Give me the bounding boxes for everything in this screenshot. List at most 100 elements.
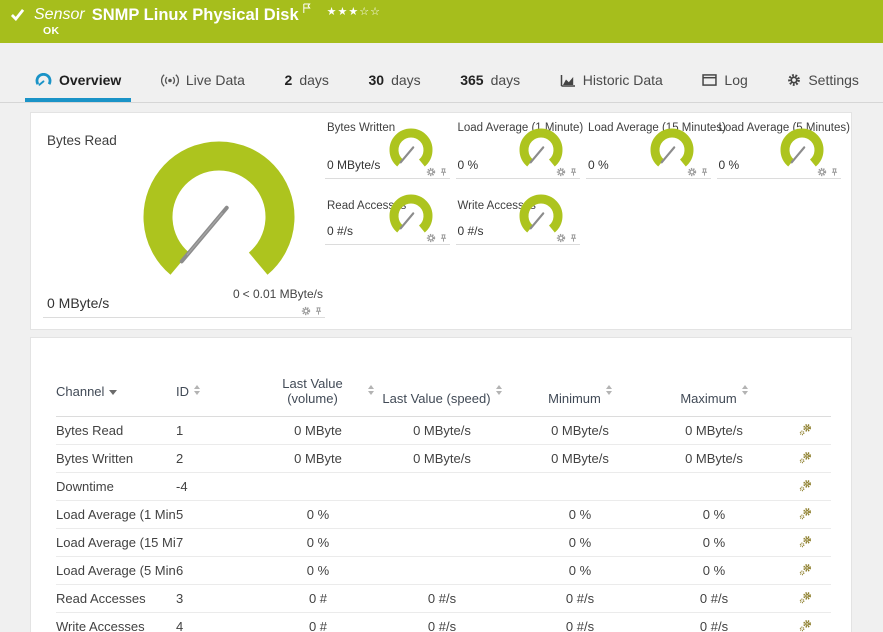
cell-id: 1 — [176, 423, 184, 438]
tab-label: days — [299, 72, 329, 88]
gauge-cell-load-average-1-minute: Load Average (1 Minute) 0 % — [455, 119, 583, 179]
sort-desc-icon — [109, 389, 118, 395]
tab-label: Live Data — [185, 72, 245, 88]
gauge-cell-load-average-5-minutes: Load Average (5 Minutes) 0 % — [716, 119, 850, 179]
edit-channel-button[interactable] — [799, 563, 812, 579]
live-data-icon — [160, 73, 179, 87]
tab-label: Settings — [808, 72, 859, 88]
tab-live-data[interactable]: Live Data — [151, 62, 255, 102]
edit-channel-button[interactable] — [799, 479, 812, 495]
column-header-id[interactable]: ID — [176, 376, 262, 406]
page-title: SNMP Linux Physical Disk — [91, 6, 299, 24]
gear-icon[interactable] — [426, 233, 436, 243]
pin-icon[interactable] — [439, 233, 448, 243]
cell-minimum: 0 #/s — [565, 619, 595, 632]
cell-id: 5 — [176, 507, 184, 522]
cell-channel: Read Accesses — [56, 591, 146, 606]
column-header-last_speed[interactable]: Last Value (speed) — [374, 376, 510, 406]
column-label: Last Value (speed) — [382, 391, 491, 406]
cell-last_speed: 0 #/s — [427, 591, 457, 606]
cell-maximum: 0 % — [702, 535, 726, 550]
column-header-last_volume[interactable]: Last Value (volume) — [262, 376, 374, 406]
gauge-cell-write-accesses: Write Accesses 0 #/s — [455, 194, 580, 245]
cell-channel: Load Average (15 Mi... — [56, 535, 176, 550]
table-row: Bytes Written 2 0 MByte 0 MByte/s 0 MByte/s 0… — [56, 445, 831, 473]
channels-table-body: Bytes Read 1 0 MByte 0 MByte/s 0 MByte/s 0 MB… — [56, 417, 831, 632]
cell-last_volume: 0 # — [308, 619, 328, 632]
settings-gear-icon — [787, 73, 801, 87]
cell-id: 4 — [176, 619, 184, 632]
pin-icon[interactable] — [569, 167, 578, 177]
table-row: Downtime -4 — [56, 473, 831, 501]
gauge-value: 0 MByte/s — [47, 295, 110, 311]
tab-historic-data[interactable]: Historic Data — [550, 62, 673, 102]
gear-icon[interactable] — [687, 167, 697, 177]
edit-channel-button[interactable] — [799, 451, 812, 467]
tab-settings[interactable]: Settings — [777, 62, 869, 102]
gauge-value: 0 % — [457, 158, 479, 172]
status-ok-check-icon — [10, 8, 25, 26]
sensor-overview-page: Sensor SNMP Linux Physical Disk ★★★☆☆ OK… — [0, 0, 883, 632]
tab-overview[interactable]: Overview — [25, 62, 132, 102]
gauges-panel: Bytes Read 0 MByte/s 0 < 0.01 MByte/s By… — [30, 112, 852, 330]
cell-channel: Downtime — [56, 479, 114, 494]
edit-channel-button[interactable] — [799, 423, 812, 439]
table-row: Bytes Read 1 0 MByte 0 MByte/s 0 MByte/s 0 MB… — [56, 417, 831, 445]
gauge-value: 0 #/s — [327, 224, 354, 238]
tab-log[interactable]: Log — [692, 62, 757, 102]
column-header-channel[interactable]: Channel — [56, 376, 176, 406]
gear-icon[interactable] — [301, 306, 311, 316]
edit-channel-button[interactable] — [799, 535, 812, 551]
gear-icon[interactable] — [426, 167, 436, 177]
column-label: ID — [176, 383, 189, 399]
log-window-icon — [702, 74, 718, 86]
table-row: Write Accesses 4 0 # 0 #/s 0 #/s 0 #/s — [56, 613, 831, 632]
pin-icon[interactable] — [830, 167, 839, 177]
gauge-scale-max: < 0.01 MByte/s — [242, 287, 323, 301]
cell-minimum: 0 MByte/s — [551, 451, 609, 466]
column-label: Channel — [56, 383, 105, 399]
column-label: Maximum — [680, 391, 737, 406]
cell-last_volume: 0 % — [306, 535, 330, 550]
cell-maximum: 0 #/s — [699, 619, 729, 632]
column-label: Last Value (volume) — [282, 376, 343, 406]
channels-table-header: Channel ID Last Value (volume) Last Value (… — [56, 368, 831, 417]
priority-stars[interactable]: ★★★☆☆ — [327, 5, 381, 18]
gear-icon[interactable] — [556, 233, 566, 243]
cell-id: 7 — [176, 535, 184, 550]
gauge-value: 0 #/s — [457, 224, 484, 238]
gear-icon[interactable] — [556, 167, 566, 177]
edit-channel-button[interactable] — [799, 591, 812, 607]
tab-30-days[interactable]: 30 days — [358, 62, 430, 102]
pin-icon[interactable] — [314, 306, 323, 316]
cell-maximum: 0 #/s — [699, 591, 729, 606]
cell-last_speed: 0 #/s — [427, 619, 457, 632]
gear-icon[interactable] — [817, 167, 827, 177]
tab-365-days[interactable]: 365 days — [450, 62, 530, 102]
gauge-cell-read-accesses: Read Accesses 0 #/s — [325, 194, 450, 245]
cell-channel: Write Accesses — [56, 619, 145, 632]
edit-channel-button[interactable] — [799, 619, 812, 632]
cell-id: 6 — [176, 563, 184, 578]
tab-label: Overview — [59, 72, 122, 88]
cell-minimum: 0 % — [568, 507, 592, 522]
cell-id: 2 — [176, 451, 184, 466]
gauge-title: Bytes Written — [327, 122, 396, 134]
pin-icon[interactable] — [569, 233, 578, 243]
pin-icon[interactable] — [700, 167, 709, 177]
column-header-maximum[interactable]: Maximum — [650, 376, 778, 406]
edit-channel-button[interactable] — [799, 507, 812, 523]
tab-label: Log — [724, 72, 748, 88]
gauge-value: 0 % — [718, 158, 740, 172]
tab-bar: Overview Live Data 2 days 30 days 365 days Histo… — [0, 43, 883, 103]
cell-last_speed: 0 MByte/s — [413, 423, 471, 438]
sensor-kind-label: Sensor — [34, 6, 85, 23]
tab-2-days[interactable]: 2 days — [275, 62, 339, 102]
channels-panel: Channel ID Last Value (volume) Last Value (… — [30, 337, 852, 632]
gauge-value: 0 MByte/s — [327, 158, 381, 172]
pin-icon[interactable] — [439, 167, 448, 177]
cell-maximum: 0 MByte/s — [685, 451, 743, 466]
column-header-minimum[interactable]: Minimum — [510, 376, 650, 406]
column-header-actions — [778, 376, 833, 406]
table-row: Read Accesses 3 0 # 0 #/s 0 #/s 0 #/s — [56, 585, 831, 613]
